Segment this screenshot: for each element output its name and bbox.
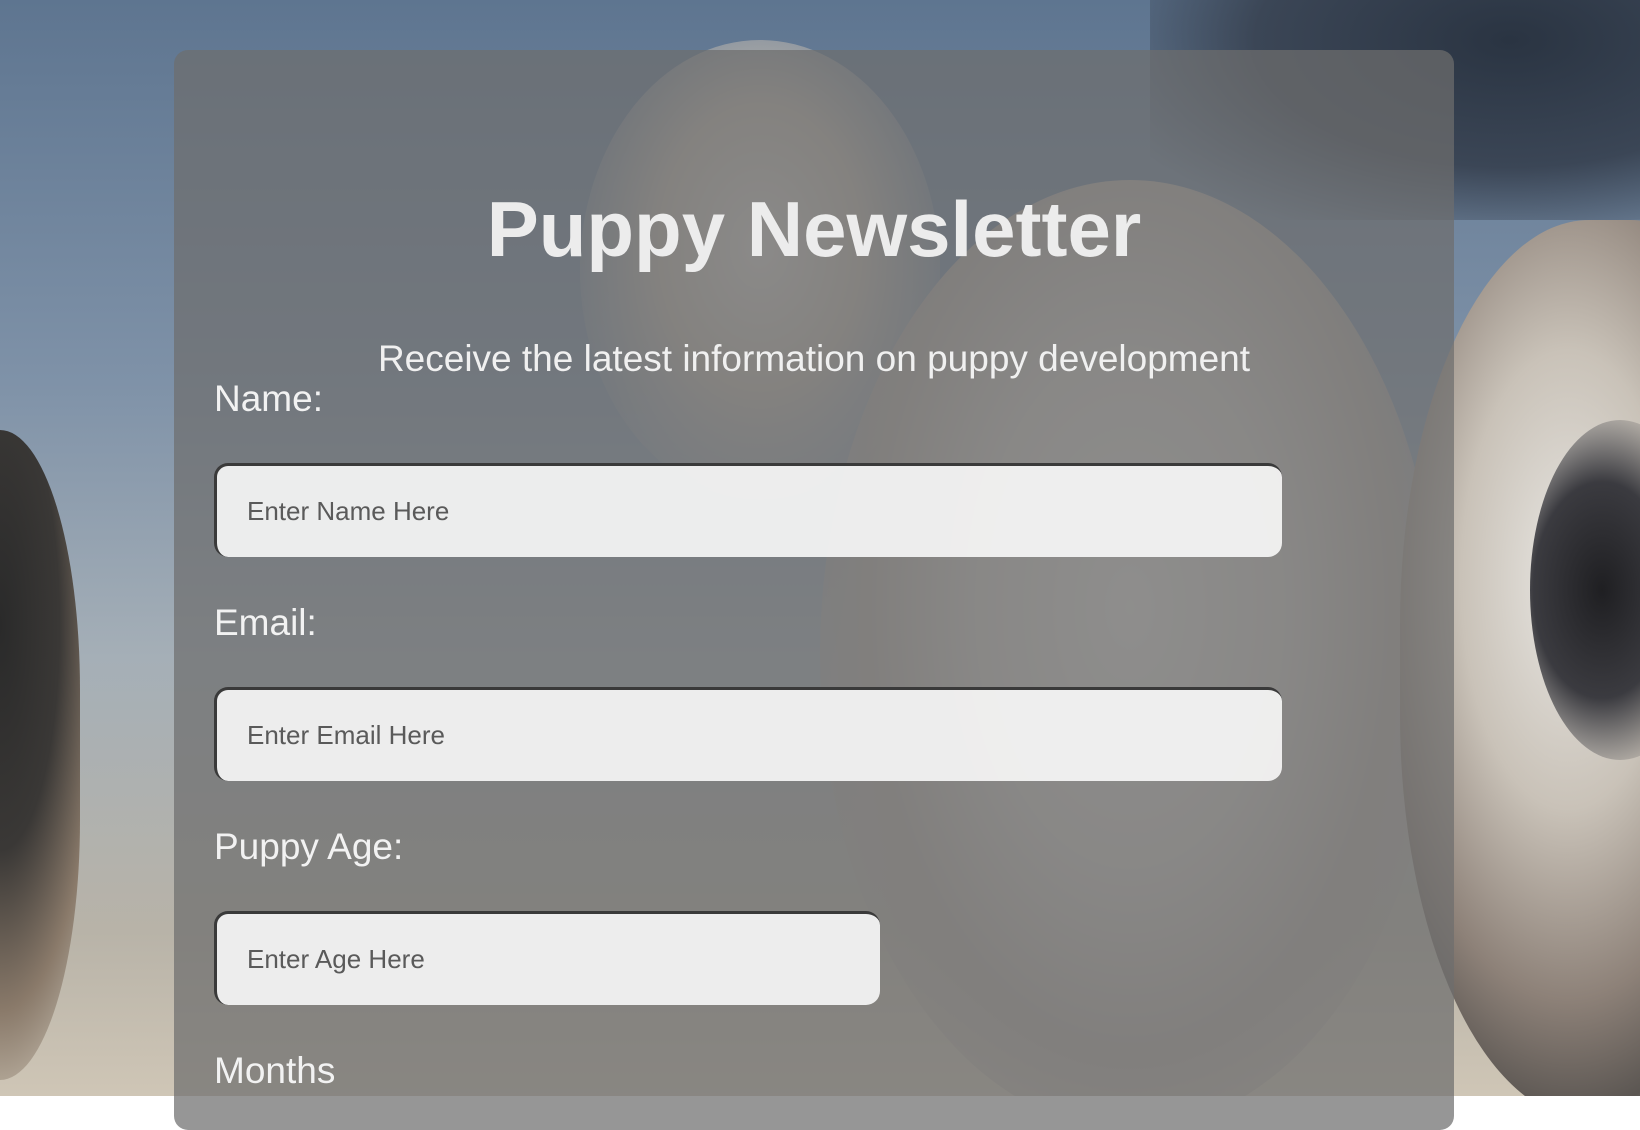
name-input[interactable] xyxy=(214,463,1282,557)
age-unit-label: Months xyxy=(214,1050,336,1091)
newsletter-card: Puppy Newsletter Receive the latest info… xyxy=(174,50,1454,1130)
email-input[interactable] xyxy=(214,687,1282,781)
age-input[interactable] xyxy=(214,911,880,1005)
name-label: Name: xyxy=(214,378,323,419)
age-label: Puppy Age: xyxy=(214,826,404,867)
page-title: Puppy Newsletter xyxy=(486,185,1142,273)
background-puppy-left xyxy=(0,430,80,1080)
page-subtitle: Receive the latest information on puppy … xyxy=(377,338,1251,379)
email-label: Email: xyxy=(214,602,317,643)
